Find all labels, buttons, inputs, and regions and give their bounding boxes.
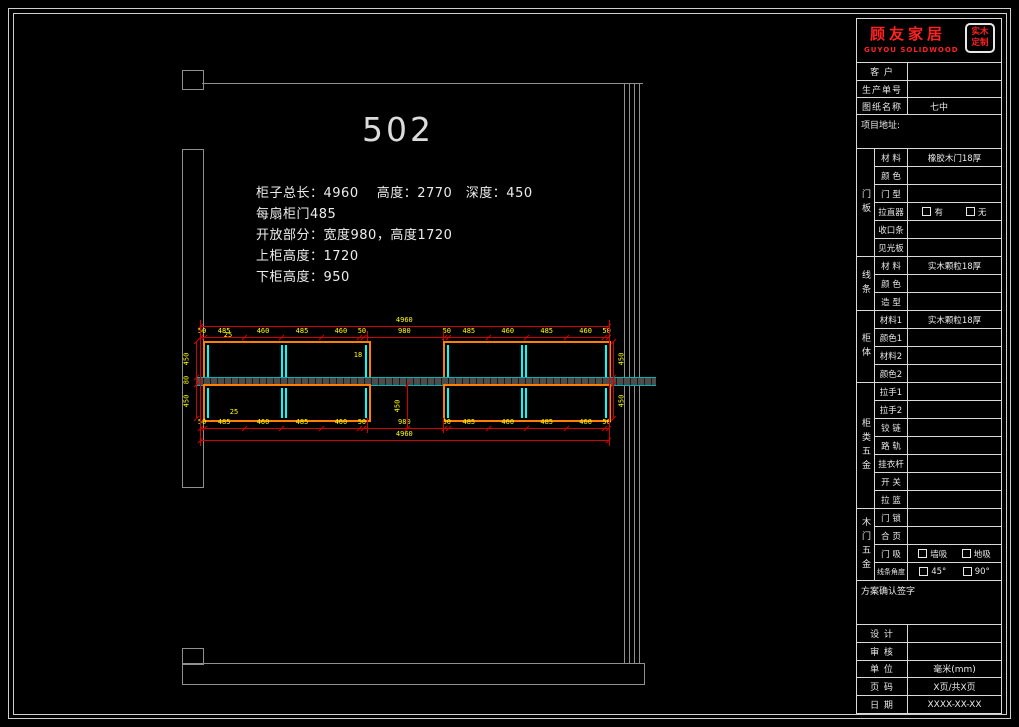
checkbox-wall-stop: [918, 549, 927, 558]
dimension-label: 4960: [396, 431, 413, 438]
row-project-address: 项目地址:: [857, 115, 1001, 149]
dimension-line: [407, 384, 408, 428]
section-door-hardware: 木门五金 门 锁 合 页 门 吸 墙吸 地吸 线条角度 45° 90°: [857, 509, 1001, 581]
dimension-label: 25: [224, 332, 232, 339]
dimension-extension: [443, 331, 444, 341]
checkbox-yes: [922, 207, 931, 216]
dimension-label: 460: [257, 328, 270, 335]
dimension-label: 50: [358, 328, 366, 335]
dimension-label: 450: [184, 395, 191, 408]
cad-sheet: { "meta": { "colors": { "brand": "#ff222…: [0, 0, 1019, 727]
row-page-number: 页 码 X页/共X页: [857, 678, 1001, 696]
dimension-line: [200, 428, 609, 429]
dimension-label: 460: [501, 419, 514, 426]
row-customer: 客 户: [857, 63, 1001, 81]
checkbox-no: [966, 207, 975, 216]
signature-box: 方案确认签字: [857, 581, 1001, 625]
dimension-label: 485: [540, 328, 553, 335]
dimension-extension: [367, 331, 368, 341]
dimension-label: 450: [619, 353, 626, 366]
title-block: 顾友家居 GUYOU SOLIDWOOD 实木 定制 客 户 生产单号 图纸名称…: [856, 18, 1002, 714]
dimension-label: 18: [354, 352, 362, 359]
row-production-order: 生产单号: [857, 81, 1001, 98]
dimension-label: 460: [501, 328, 514, 335]
solid-wood-badge: 实木 定制: [965, 23, 995, 53]
section-door-panel: 门板 材 料橡胶木门18厚 颜 色 门 型 拉直器 有 无 收口条 见光板: [857, 149, 1001, 257]
dimension-label: 50: [358, 419, 366, 426]
dimension-label: 460: [335, 328, 348, 335]
dimension-label: 4960: [396, 317, 413, 324]
brand-name: 顾友家居: [870, 23, 946, 44]
dimension-label: 485: [463, 328, 476, 335]
dimension-label: 485: [296, 419, 309, 426]
section-cabinet-hardware: 柜类五金 拉手1 拉手2 铰 链 路 轨 挂衣杆 开 关 拉 篮: [857, 383, 1001, 509]
dimension-label: 460: [335, 419, 348, 426]
dimension-label: 460: [579, 328, 592, 335]
dimension-label: 460: [257, 419, 270, 426]
row-drawing-name: 图纸名称 七中: [857, 98, 1001, 115]
dimension-label: 450: [619, 395, 626, 408]
dimension-line: [613, 341, 614, 418]
dimension-label: 80: [184, 376, 191, 384]
dimension-line: [200, 337, 609, 338]
brand-subtitle: GUYOU SOLIDWOOD: [864, 46, 959, 54]
dimension-label: 485: [463, 419, 476, 426]
dimension-label: 25: [230, 409, 238, 416]
row-designer: 设 计: [857, 625, 1001, 643]
checkbox-90deg: [963, 567, 972, 576]
dimension-label: 485: [296, 328, 309, 335]
dimension-line: [200, 440, 609, 441]
row-reviewer: 审 核: [857, 643, 1001, 661]
row-date: 日 期 XXXX-XX-XX: [857, 696, 1001, 713]
dimension-extension: [200, 320, 201, 446]
dimension-extension: [609, 320, 610, 446]
checkbox-45deg: [919, 567, 928, 576]
dimension-line: [196, 341, 197, 418]
logo-area: 顾友家居 GUYOU SOLIDWOOD 实木 定制: [857, 19, 1001, 63]
dimension-label: 485: [540, 419, 553, 426]
dimension-extension: [443, 418, 444, 433]
dimension-extension: [367, 418, 368, 433]
checkbox-floor-stop: [962, 549, 971, 558]
dimension-label: 450: [184, 353, 191, 366]
dimension-label: 980: [398, 328, 411, 335]
dimension-label: 450: [395, 400, 402, 413]
section-cabinet-body: 柜体 材料1实木颗粒18厚 颜色1 材料2 颜色2: [857, 311, 1001, 383]
dimension-label: 460: [579, 419, 592, 426]
dimension-label: 485: [218, 419, 231, 426]
row-unit: 单 位 毫米(mm): [857, 661, 1001, 679]
section-molding: 线条 材 料实木颗粒18厚 颜 色 造 型: [857, 257, 1001, 311]
dimension-tick: [610, 416, 616, 422]
